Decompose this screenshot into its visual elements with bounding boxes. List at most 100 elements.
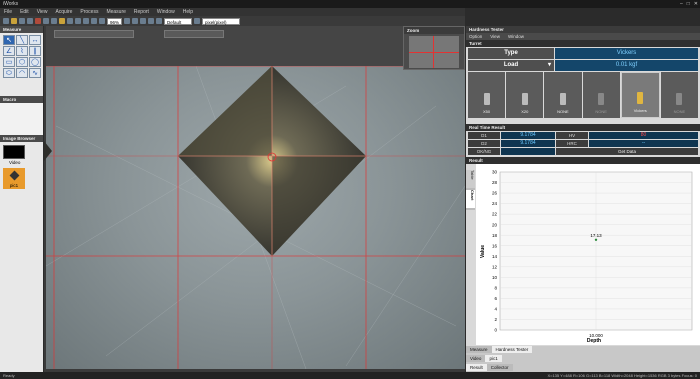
unit-select[interactable]: pixel(pixel): [202, 17, 241, 25]
realtime-result-title: Real Time Result: [466, 124, 700, 131]
close-button[interactable]: ✕: [694, 0, 698, 8]
pointer-tool-icon[interactable]: ↖: [3, 35, 15, 45]
menu-edit[interactable]: Edit: [20, 8, 29, 16]
result-side-tabs: Table Chart: [466, 170, 475, 210]
load-value[interactable]: 0.01 kgf: [555, 60, 698, 71]
circle-tool-icon[interactable]: ◯: [29, 57, 41, 67]
hardness-menu-window[interactable]: Window: [508, 33, 524, 40]
new-icon[interactable]: [3, 18, 9, 24]
save-icon[interactable]: [19, 18, 25, 24]
menu-file[interactable]: File: [4, 8, 12, 16]
type-label: Type: [468, 48, 554, 59]
print-icon[interactable]: [27, 18, 33, 24]
type-value[interactable]: Vickers: [555, 48, 698, 59]
menu-view[interactable]: View: [37, 8, 48, 16]
result-chart: 0 2 4 6 8 10 12 14 16 18 20 22 24 26 28 30 10.000 17.13 …: [476, 164, 700, 345]
turret-none-2[interactable]: NONE: [582, 72, 620, 118]
macro-area: [0, 103, 43, 135]
rect-tool-icon[interactable]: ▭: [3, 57, 15, 67]
menu-measure[interactable]: Measure: [106, 8, 125, 16]
copy-icon[interactable]: [75, 18, 81, 24]
objective-lens-icon: [559, 93, 566, 105]
hv-label: HV: [556, 132, 588, 139]
indenter-icon: [637, 92, 644, 104]
capture-icon[interactable]: [35, 18, 41, 24]
load-row: Load ▾ 0.01 kgf: [468, 60, 698, 71]
paste-icon[interactable]: [83, 18, 89, 24]
calibration-icon[interactable]: [194, 18, 201, 24]
zoom-out-icon[interactable]: [99, 18, 105, 24]
tab-hardness-tester[interactable]: Hardness Tester: [491, 346, 533, 353]
partial-indent-left: [44, 141, 52, 161]
load-dropdown[interactable]: Load ▾: [468, 60, 554, 71]
fit-icon[interactable]: [124, 18, 131, 24]
objective-lens-icon: [598, 93, 605, 105]
zoom-preview[interactable]: [409, 36, 459, 68]
open-icon[interactable]: [11, 18, 17, 24]
y-tick-label: 24: [492, 201, 498, 206]
objective-lens-icon: [483, 93, 490, 105]
turret-vickers[interactable]: Vickers: [620, 72, 660, 118]
d2-value: 9.1784: [501, 140, 555, 147]
menu-help[interactable]: Help: [183, 8, 193, 16]
maximize-button[interactable]: □: [687, 0, 690, 8]
table-tab[interactable]: Table: [466, 170, 475, 188]
floating-toolbar-2[interactable]: [164, 30, 224, 38]
undo-icon[interactable]: [43, 18, 49, 24]
curve-tool-icon[interactable]: ∿: [29, 68, 41, 78]
parallel-tool-icon[interactable]: ∥: [29, 46, 41, 56]
ellipse-tool-icon[interactable]: ⬭: [3, 68, 15, 78]
zoom-panel-title: Zoom: [404, 27, 464, 34]
zoom-level-field[interactable]: 96%: [107, 17, 123, 25]
turret-none-1[interactable]: NONE: [544, 72, 582, 118]
tab-result[interactable]: Result: [466, 364, 487, 371]
zoom-in-icon[interactable]: [91, 18, 97, 24]
tab-collector[interactable]: Collector: [486, 364, 513, 371]
x-axis-label: Depth: [587, 338, 601, 344]
menu-report[interactable]: Report: [134, 8, 149, 16]
menu-process[interactable]: Process: [80, 8, 98, 16]
video-thumbnail[interactable]: [3, 145, 25, 159]
cut-icon[interactable]: [67, 18, 73, 24]
objective-lens-icon: [521, 93, 528, 105]
pan-icon[interactable]: [132, 18, 139, 24]
folder-icon[interactable]: [59, 18, 65, 24]
get-data-button[interactable]: Get Data: [556, 148, 698, 155]
pic1-thumbnail[interactable]: [3, 168, 25, 182]
y-tick-label: 28: [492, 180, 498, 185]
hardness-panel-title: Hardness Tester: [466, 26, 700, 33]
select-icon[interactable]: [140, 18, 147, 24]
micrograph-image[interactable]: [46, 66, 465, 369]
hardness-menu-view[interactable]: View: [490, 33, 500, 40]
status-bar: Ready X=135 Y=488 R=106 G=113 B=118 Widt…: [0, 372, 700, 379]
arc-tool-icon[interactable]: ◠: [16, 68, 28, 78]
hline-tool-icon[interactable]: ↔: [29, 35, 41, 45]
menu-acquire[interactable]: Acquire: [55, 8, 72, 16]
hardness-menu-option[interactable]: Option: [469, 33, 482, 40]
tab-measure[interactable]: Measure: [466, 346, 492, 353]
y-tick-label: 26: [492, 191, 498, 196]
bottom-tabs-row3: Result Collector: [466, 364, 700, 371]
turret-selector: X50 X20 NONE NONE Vickers NONE: [468, 72, 699, 118]
tab-video[interactable]: Video: [466, 355, 486, 362]
line-tool-icon[interactable]: ╲: [16, 35, 28, 45]
turret-x50[interactable]: X50: [468, 72, 506, 118]
menu-bar: File Edit View Acquire Process Measure R…: [0, 8, 465, 16]
tab-pic1[interactable]: pic1: [485, 355, 502, 362]
status-ready: Ready: [3, 373, 15, 378]
turret-label-vickers: Vickers: [633, 108, 647, 113]
layer-select[interactable]: Default: [164, 17, 193, 25]
floating-toolbar-1[interactable]: [54, 30, 134, 38]
layer-icon[interactable]: [156, 18, 163, 24]
minimize-button[interactable]: –: [680, 0, 683, 8]
menu-window[interactable]: Window: [157, 8, 175, 16]
grid-icon[interactable]: [148, 18, 155, 24]
turret-none-3[interactable]: NONE: [660, 72, 699, 118]
y-tick-label: 14: [492, 254, 498, 259]
angle-tool-icon[interactable]: ∠: [3, 46, 15, 56]
polyline-tool-icon[interactable]: ⌇: [16, 46, 28, 56]
polygon-tool-icon[interactable]: ⬡: [16, 57, 28, 67]
redo-icon[interactable]: [51, 18, 57, 24]
chart-tab[interactable]: Chart: [466, 190, 475, 208]
turret-x20[interactable]: X20: [506, 72, 544, 118]
